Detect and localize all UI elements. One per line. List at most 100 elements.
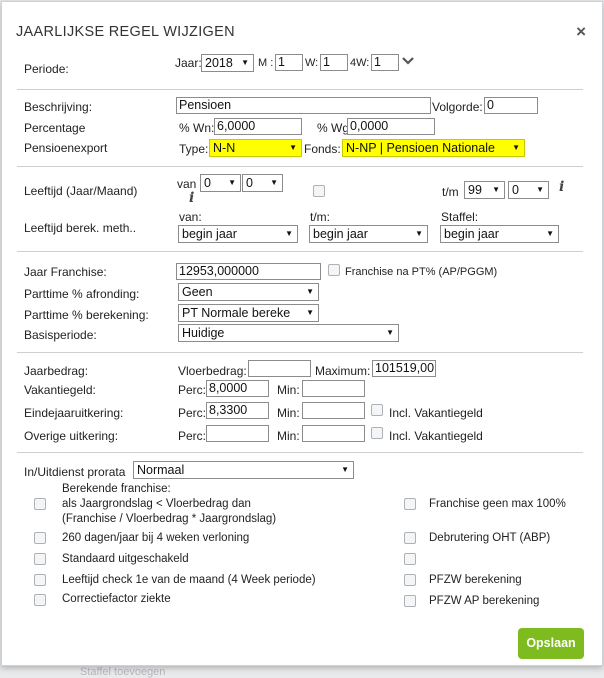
w-input[interactable]: 1	[320, 54, 348, 71]
basisperiode-label: Basisperiode:	[24, 328, 97, 342]
leeftijd-check-checkbox[interactable]	[34, 574, 46, 586]
eindejaar-min-label: Min:	[277, 406, 300, 420]
260-dagen-label: 260 dagen/jaar bij 4 weken verloning	[62, 532, 250, 544]
wn-input[interactable]: 6,0000	[214, 118, 302, 135]
periode-label: Periode:	[24, 62, 69, 76]
franchise-input[interactable]: 12953,000000	[176, 263, 321, 280]
type-label: Type:	[179, 142, 209, 156]
percentage-label: Percentage	[24, 121, 86, 135]
divider	[17, 352, 583, 353]
divider	[17, 166, 583, 167]
type-select[interactable]: N-N ▼	[209, 139, 302, 157]
berek-tm-label: t/m:	[310, 210, 330, 224]
basisperiode-select[interactable]: Huidige ▼	[178, 324, 399, 342]
maximum-input[interactable]: 101519,00	[372, 360, 436, 377]
van-jaar-select[interactable]: 0 ▼	[200, 174, 241, 192]
maximum-label: Maximum:	[315, 364, 371, 378]
berek-van-select[interactable]: begin jaar ▼	[178, 225, 298, 243]
franchise-geen-max-checkbox[interactable]	[404, 498, 416, 510]
overige-incl-checkbox[interactable]	[371, 427, 383, 439]
eindejaar-min-input[interactable]	[302, 402, 365, 419]
overige-min-input[interactable]	[302, 425, 365, 442]
edit-yearly-rule-dialog: JAARLIJKSE REGEL WIJZIGEN × Periode: Jaa…	[1, 1, 603, 666]
overige-perc-input[interactable]	[206, 425, 269, 442]
tm-jaar-select[interactable]: 99 ▼	[464, 181, 505, 199]
berek-tm-select[interactable]: begin jaar ▼	[309, 225, 428, 243]
info-icon[interactable]: i	[189, 190, 194, 206]
divider	[17, 251, 583, 252]
jaar-label: Jaar:	[175, 56, 202, 70]
volgorde-label: Volgorde:	[432, 100, 483, 114]
vakantiegeld-perc-input[interactable]: 8,0000	[206, 380, 269, 397]
fonds-select[interactable]: N-NP | Pensioen Nationale ▼	[342, 139, 525, 157]
berek-van-label: van:	[179, 210, 202, 224]
van-maand-select[interactable]: 0 ▼	[242, 174, 283, 192]
franchise-na-label: Franchise na PT% (AP/PGGM)	[345, 266, 498, 278]
beschrijving-input[interactable]: Pensioen	[176, 97, 431, 114]
jaar-select[interactable]: 2018 ▼	[201, 54, 254, 72]
m-label: M :	[258, 57, 274, 69]
berekende-franchise-label: Berekende franchise:	[62, 483, 171, 495]
w-label: W:	[305, 57, 319, 69]
tm-maand-select[interactable]: 0 ▼	[508, 181, 549, 199]
overige-incl-label: Incl. Vakantiegeld	[389, 429, 483, 443]
save-button[interactable]: Opslaan	[518, 628, 584, 659]
vloerbedrag-input[interactable]	[248, 360, 311, 377]
parttime-afronding-label: Parttime % afronding:	[24, 287, 140, 301]
eindejaar-perc-label: Perc:	[178, 406, 207, 420]
pfzw-label: PFZW berekening	[429, 574, 522, 586]
franchise-na-checkbox[interactable]	[328, 264, 340, 276]
leeftijd-checkbox[interactable]	[313, 185, 325, 197]
berekende-franchise-line3: (Franchise / Vloerbedrag * Jaargrondslag…	[62, 513, 277, 525]
eindejaar-incl-checkbox[interactable]	[371, 404, 383, 416]
franchise-label: Jaar Franchise:	[24, 265, 107, 279]
correctiefactor-label: Correctiefactor ziekte	[62, 593, 171, 605]
fonds-label: Fonds:	[304, 142, 341, 156]
eindejaar-perc-input[interactable]: 8,3300	[206, 402, 269, 419]
eindejaar-incl-label: Incl. Vakantiegeld	[389, 406, 483, 420]
dialog-title: JAARLIJKSE REGEL WIJZIGEN	[16, 24, 235, 40]
pfzw-ap-checkbox[interactable]	[404, 595, 416, 607]
berekende-franchise-checkbox[interactable]	[34, 498, 46, 510]
staffel-select[interactable]: begin jaar ▼	[440, 225, 559, 243]
4w-input[interactable]: 1	[371, 54, 399, 71]
info-icon[interactable]: i	[559, 179, 564, 195]
tm-label: t/m	[442, 185, 459, 199]
divider	[17, 452, 583, 453]
wg-input[interactable]: 0,0000	[347, 118, 435, 135]
jaarbedrag-label: Jaarbedrag:	[24, 364, 89, 378]
leeftijd-check-label: Leeftijd check 1e van de maand (4 Week p…	[62, 574, 316, 586]
vakantiegeld-label: Vakantiegeld:	[24, 383, 96, 397]
pfzw-checkbox[interactable]	[404, 574, 416, 586]
pfzw-ap-label: PFZW AP berekening	[429, 595, 540, 607]
eindejaar-label: Eindejaaruitkering:	[24, 406, 124, 420]
chevron-down-icon[interactable]	[401, 56, 415, 66]
divider	[17, 89, 583, 90]
franchise-geen-max-label: Franchise geen max 100%	[429, 498, 566, 510]
debrutering-label: Debrutering OHT (ABP)	[429, 532, 551, 544]
standaard-uitgeschakeld-checkbox[interactable]	[34, 553, 46, 565]
background-staffel-link: Staffel toevoegen	[80, 666, 166, 678]
vakantiegeld-perc-label: Perc:	[178, 383, 207, 397]
vloerbedrag-label: Vloerbedrag:	[178, 364, 247, 378]
260-dagen-checkbox[interactable]	[34, 532, 46, 544]
parttime-berekening-select[interactable]: PT Normale bereke ▼	[178, 304, 319, 322]
prorata-select[interactable]: Normaal ▼	[133, 461, 354, 479]
right-empty-checkbox[interactable]	[404, 553, 416, 565]
overige-label: Overige uitkering:	[24, 429, 119, 443]
4w-label: 4W:	[350, 57, 370, 69]
debrutering-checkbox[interactable]	[404, 532, 416, 544]
berek-meth-label: Leeftijd berek. meth..	[24, 221, 137, 235]
overige-perc-label: Perc:	[178, 429, 207, 443]
wn-label: % Wn:	[179, 121, 215, 135]
pensioenexport-label: Pensioenexport	[24, 141, 108, 155]
overige-min-label: Min:	[277, 429, 300, 443]
beschrijving-label: Beschrijving:	[24, 100, 93, 114]
correctiefactor-checkbox[interactable]	[34, 594, 46, 606]
staffel-label: Staffel:	[441, 210, 479, 224]
vakantiegeld-min-input[interactable]	[302, 380, 365, 397]
volgorde-input[interactable]: 0	[484, 97, 538, 114]
m-input[interactable]: 1	[275, 54, 303, 71]
close-icon[interactable]: ×	[576, 22, 586, 42]
parttime-afronding-select[interactable]: Geen ▼	[178, 283, 319, 301]
